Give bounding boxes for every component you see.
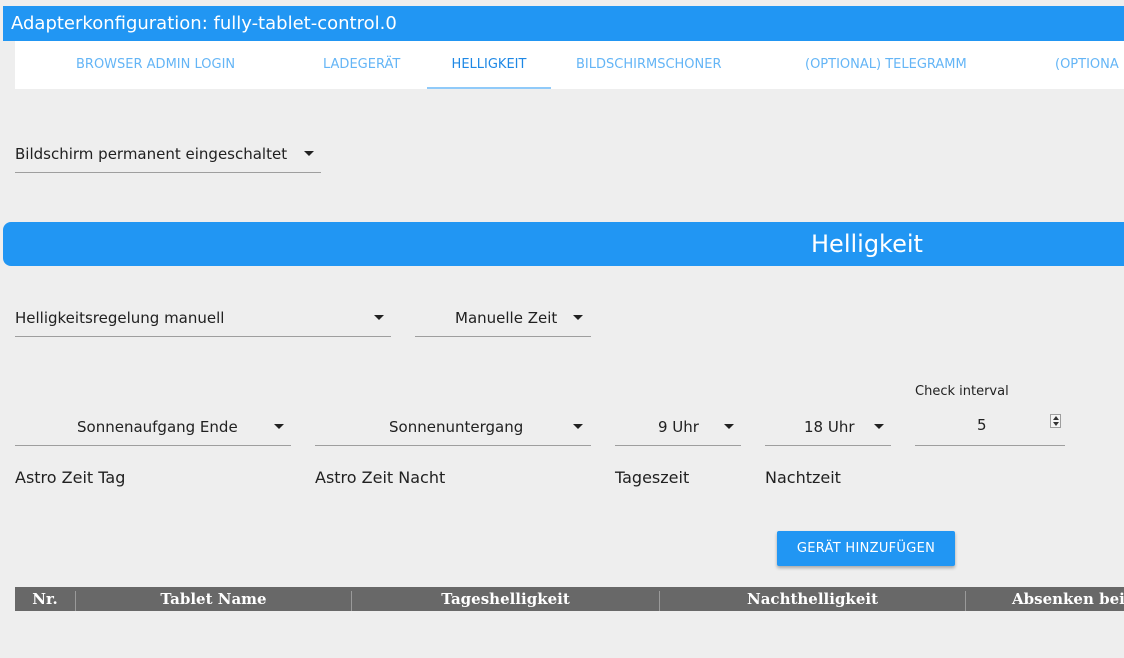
caret-down-icon — [874, 424, 884, 429]
caret-down-icon — [573, 424, 583, 429]
number-spinner-icon[interactable] — [1050, 414, 1061, 428]
column-header-nachthelligkeit[interactable]: Nachthelligkeit — [660, 587, 965, 611]
caret-down-icon — [374, 315, 384, 320]
night-time-select[interactable]: 18 Uhr — [765, 406, 891, 446]
brightness-control-value: Helligkeitsregelung manuell — [15, 309, 225, 327]
column-header-tageshelligkeit[interactable]: Tageshelligkeit — [352, 587, 659, 611]
window-title: Adapterkonfiguration: fully-tablet-contr… — [3, 6, 1124, 41]
astro-day-select[interactable]: Sonnenaufgang Ende — [15, 406, 291, 446]
caret-down-icon — [304, 151, 314, 156]
tab-bar: BROWSER ADMIN LOGIN LADEGERÄT HELLIGKEIT… — [15, 41, 1124, 89]
astro-night-label: Astro Zeit Nacht — [315, 468, 446, 487]
check-interval-label: Check interval — [915, 384, 1009, 399]
astro-day-value: Sonnenaufgang Ende — [77, 418, 238, 436]
add-device-button[interactable]: GERÄT HINZUFÜGEN — [777, 531, 955, 566]
section-title: Helligkeit — [811, 230, 923, 258]
astro-night-value: Sonnenuntergang — [389, 418, 524, 436]
tab-helligkeit[interactable]: HELLIGKEIT — [427, 41, 551, 89]
time-mode-value: Manuelle Zeit — [455, 309, 558, 327]
column-divider — [965, 591, 966, 611]
caret-down-icon — [724, 424, 734, 429]
day-time-label: Tageszeit — [615, 468, 690, 487]
tab-browser-admin-login[interactable]: BROWSER ADMIN LOGIN — [76, 41, 235, 89]
tab-optional-more[interactable]: (OPTIONA — [1055, 41, 1119, 89]
day-time-value: 9 Uhr — [658, 418, 699, 436]
day-time-select[interactable]: 9 Uhr — [615, 406, 741, 446]
night-time-label: Nachtzeit — [765, 468, 841, 487]
astro-day-label: Astro Zeit Tag — [15, 468, 126, 487]
time-mode-select[interactable]: Manuelle Zeit — [415, 297, 591, 337]
column-header-tablet-name[interactable]: Tablet Name — [76, 587, 351, 611]
astro-night-select[interactable]: Sonnenuntergang — [315, 406, 591, 446]
caret-down-icon — [274, 424, 284, 429]
section-header-helligkeit: Helligkeit — [3, 222, 1124, 266]
column-header-absenken-bei[interactable]: Absenken bei — [1012, 587, 1124, 611]
column-header-nr[interactable]: Nr. — [15, 587, 75, 611]
screen-mode-select[interactable]: Bildschirm permanent eingeschaltet — [15, 133, 321, 173]
brightness-control-select[interactable]: Helligkeitsregelung manuell — [15, 297, 391, 337]
tab-ladegeraet[interactable]: LADEGERÄT — [323, 41, 400, 89]
screen-mode-value: Bildschirm permanent eingeschaltet — [15, 145, 288, 163]
table-header: Nr. Tablet Name Tageshelligkeit Nachthel… — [15, 587, 1124, 611]
tab-optional-telegramm[interactable]: (OPTIONAL) TELEGRAMM — [805, 41, 967, 89]
night-time-value: 18 Uhr — [804, 418, 855, 436]
tab-bildschirmschoner[interactable]: BILDSCHIRMSCHONER — [576, 41, 722, 89]
caret-down-icon — [573, 315, 583, 320]
check-interval-value: 5 — [977, 416, 987, 434]
check-interval-input[interactable]: 5 — [915, 406, 1065, 446]
